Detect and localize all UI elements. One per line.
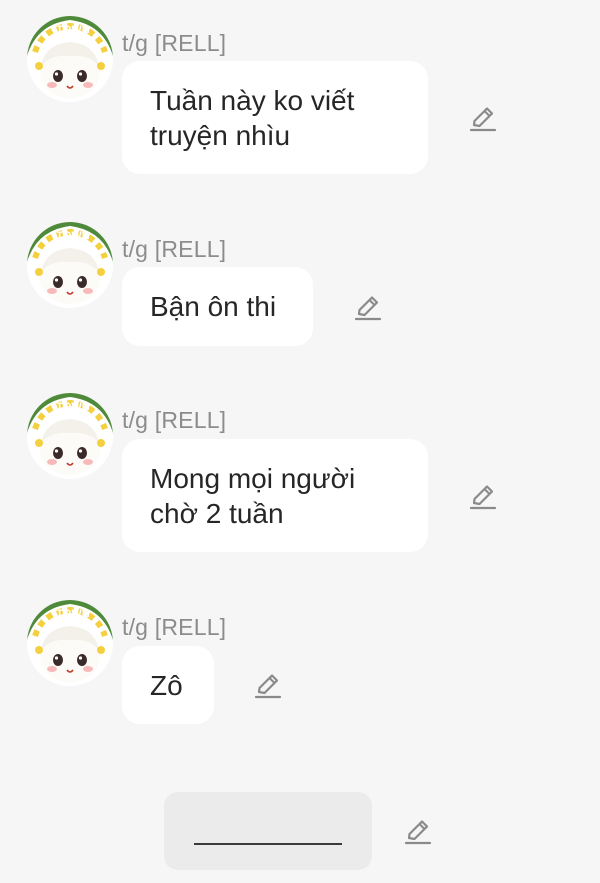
message-text-line: Tuần này ko viết (150, 84, 355, 116)
pencil-edit-icon[interactable] (403, 816, 433, 846)
avatar-image: TOWN (27, 393, 113, 479)
sender-name: t/g [RELL] (122, 614, 227, 640)
avatar-badge: TOWN (56, 24, 89, 36)
message-text-line: Bận ôn thi (150, 291, 277, 322)
message-text-line: chờ 2 tuần (150, 497, 284, 529)
message-item: TOWN t/g [RELL] Tuần này ko viết truyện … (0, 16, 600, 176)
message-item: TOWN t/g [RELL] Bận ôn thi (0, 222, 600, 348)
avatar[interactable]: TOWN (27, 393, 113, 479)
avatar-image: TOWN (27, 600, 113, 686)
chat-thread: TOWN t/g [RELL] Tuần này ko viết truyện … (0, 0, 600, 883)
pencil-edit-icon[interactable] (353, 292, 383, 322)
pencil-edit-icon[interactable] (468, 103, 498, 133)
message-bubble: Tuần này ko viết truyện nhìu (122, 61, 428, 174)
avatar-image: TOWN (27, 222, 113, 308)
message-text: Mong mọi người chờ 2 tuần (150, 461, 355, 531)
message-bubble: Zô (122, 646, 214, 724)
message-text: Bận ôn thi (150, 289, 276, 324)
message-text-line: truyện nhìu (150, 119, 291, 151)
avatar[interactable]: TOWN (27, 222, 113, 308)
input-underline (194, 843, 342, 845)
avatar-badge: TOWN (56, 401, 89, 413)
message-text: Tuần này ko viết truyện nhìu (150, 83, 354, 153)
message-text-line: Zô (150, 669, 183, 701)
avatar-badge: TOWN (56, 230, 89, 242)
pencil-edit-icon[interactable] (253, 670, 283, 700)
pencil-edit-icon[interactable] (468, 481, 498, 511)
sender-name: t/g [RELL] (122, 236, 227, 262)
sender-name: t/g [RELL] (122, 30, 227, 56)
sender-name: t/g [RELL] (122, 407, 227, 433)
message-bubble: Mong mọi người chờ 2 tuần (122, 439, 428, 552)
message-bubble: Bận ôn thi (122, 267, 313, 346)
message-text-line: Mong mọi người (150, 462, 356, 494)
message-item: TOWN t/g [RELL] Zô (0, 600, 600, 726)
avatar-image: TOWN (27, 16, 113, 102)
avatar-badge: TOWN (56, 608, 89, 620)
avatar[interactable]: TOWN (27, 16, 113, 102)
message-input[interactable] (164, 792, 372, 870)
message-text: Zô (150, 668, 183, 703)
avatar[interactable]: TOWN (27, 600, 113, 686)
message-item: TOWN t/g [RELL] Mong mọi người chờ 2 tuầ… (0, 393, 600, 553)
